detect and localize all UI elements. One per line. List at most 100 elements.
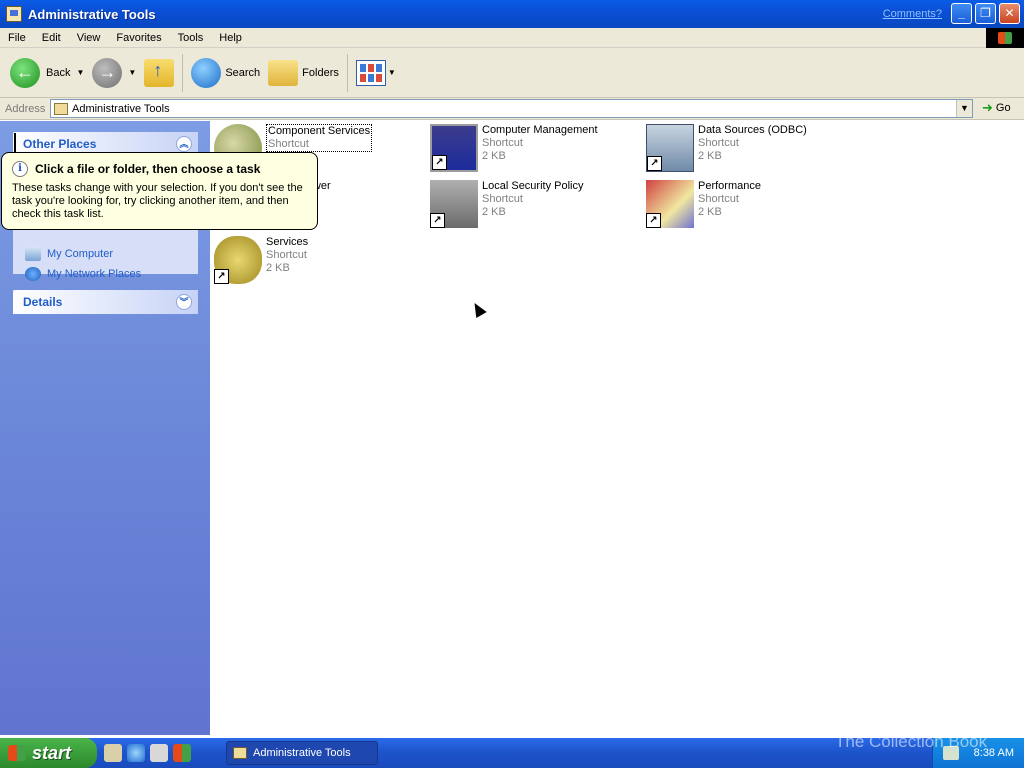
task-label: Administrative Tools	[253, 747, 351, 759]
file-item-services[interactable]: ↗ Services Shortcut 2 KB	[214, 236, 424, 284]
performance-icon: ↗	[646, 180, 694, 228]
address-input[interactable]: Administrative Tools ▼	[50, 99, 973, 118]
place-my-network-places[interactable]: My Network Places	[25, 264, 188, 284]
minimize-button[interactable]: _	[951, 3, 972, 24]
folder-up-icon	[144, 58, 175, 87]
collapse-icon[interactable]: ︽	[176, 136, 192, 152]
file-item-computer-management[interactable]: ↗ Computer Management Shortcut 2 KB	[430, 124, 640, 172]
place-label: My Network Places	[47, 268, 142, 280]
title-bar[interactable]: Administrative Tools Comments? _ ❐ ✕	[0, 0, 1024, 28]
expand-icon[interactable]: ︾	[176, 294, 192, 310]
computer-icon	[25, 247, 41, 261]
tooltip-title: Click a file or folder, then choose a ta…	[35, 162, 261, 176]
file-name: Services	[266, 236, 309, 248]
file-item-data-sources-odbc[interactable]: ↗ Data Sources (ODBC) Shortcut 2 KB	[646, 124, 856, 172]
media-player-icon[interactable]	[173, 744, 191, 762]
tooltip-balloon[interactable]: i Click a file or folder, then choose a …	[1, 152, 318, 230]
folder-icon	[54, 102, 68, 115]
views-button[interactable]: ▼	[352, 53, 400, 93]
computer-management-icon: ↗	[430, 124, 478, 172]
details-header[interactable]: Details ︾	[13, 290, 198, 314]
go-label: Go	[995, 102, 1011, 114]
windows-logo-icon	[986, 28, 1024, 48]
back-button[interactable]: ← Back ▼	[0, 53, 88, 93]
forward-arrow-icon: →	[92, 57, 123, 88]
folders-label: Folders	[302, 66, 339, 79]
menu-bar: File Edit View Favorites Tools Help	[0, 28, 1024, 48]
file-type: Shortcut	[482, 137, 523, 149]
back-arrow-icon: ←	[10, 57, 40, 88]
shortcut-arrow-icon: ↗	[430, 213, 445, 228]
views-dropdown-icon[interactable]: ▼	[388, 68, 396, 77]
windows-flag-icon	[8, 745, 26, 761]
network-icon	[25, 267, 41, 281]
toolbar: ← Back ▼ → ▼ Search Folders ▼	[0, 48, 1024, 98]
close-button[interactable]: ✕	[999, 3, 1020, 24]
views-icon	[355, 59, 386, 86]
place-label: My Computer	[47, 248, 114, 260]
other-places-title: Other Places	[23, 137, 97, 151]
window-title: Administrative Tools	[28, 6, 156, 22]
details-panel: Details ︾	[13, 290, 198, 314]
file-size: 2 KB	[266, 262, 290, 274]
comments-link[interactable]: Comments?	[883, 8, 942, 20]
maximize-button[interactable]: ❐	[975, 3, 996, 24]
address-value: Administrative Tools	[72, 102, 170, 115]
file-size: 2 KB	[482, 206, 506, 218]
file-size: 2 KB	[698, 206, 722, 218]
file-size: 2 KB	[482, 150, 506, 162]
menu-tools[interactable]: Tools	[170, 32, 212, 44]
info-icon: i	[12, 161, 28, 177]
file-name: Performance	[698, 180, 761, 192]
folders-button[interactable]: Folders	[264, 53, 343, 93]
menu-favorites[interactable]: Favorites	[108, 32, 169, 44]
services-gears-icon: ↗	[214, 236, 262, 284]
menu-help[interactable]: Help	[211, 32, 250, 44]
forward-dropdown-icon[interactable]: ▼	[128, 68, 136, 77]
start-button[interactable]: start	[0, 738, 97, 768]
address-label: Address	[5, 102, 46, 115]
watermark-text: The Collection Book	[835, 732, 988, 751]
shortcut-arrow-icon: ↗	[646, 213, 661, 228]
back-label: Back	[46, 66, 71, 79]
mouse-cursor-icon	[466, 297, 490, 321]
search-icon	[191, 57, 222, 88]
file-name: Local Security Policy	[482, 180, 584, 192]
taskbar-button-administrative-tools[interactable]: Administrative Tools	[226, 741, 378, 765]
internet-explorer-icon[interactable]	[127, 744, 145, 762]
shortcut-arrow-icon: ↗	[214, 269, 229, 284]
data-sources-icon: ↗	[646, 124, 694, 172]
folder-app-icon[interactable]	[6, 6, 22, 22]
file-name: Data Sources (ODBC)	[698, 124, 807, 136]
local-security-policy-icon: ↗	[430, 180, 478, 228]
quick-launch	[104, 744, 191, 762]
folders-icon	[268, 59, 299, 86]
file-name: Component Services	[268, 125, 371, 137]
folder-icon	[233, 747, 247, 759]
place-my-computer[interactable]: My Computer	[25, 244, 188, 264]
menu-file[interactable]: File	[0, 32, 34, 44]
back-dropdown-icon[interactable]: ▼	[76, 68, 84, 77]
start-label: start	[32, 742, 72, 763]
up-folder-button[interactable]	[140, 53, 178, 93]
file-type: Shortcut	[698, 193, 739, 205]
menu-edit[interactable]: Edit	[34, 32, 69, 44]
search-button[interactable]: Search	[187, 53, 264, 93]
forward-button[interactable]: → ▼	[88, 53, 140, 93]
go-arrow-icon: ➜	[982, 100, 993, 115]
file-type: Shortcut	[266, 249, 307, 261]
file-item-performance[interactable]: ↗ Performance Shortcut 2 KB	[646, 180, 856, 228]
file-name: Computer Management	[482, 124, 598, 136]
go-button[interactable]: ➜ Go	[982, 100, 1011, 116]
file-type: Shortcut	[482, 193, 523, 205]
search-label: Search	[225, 66, 261, 79]
shortcut-arrow-icon: ↗	[647, 156, 662, 171]
menu-view[interactable]: View	[69, 32, 109, 44]
address-dropdown-icon[interactable]: ▼	[956, 100, 972, 117]
file-item-local-security-policy[interactable]: ↗ Local Security Policy Shortcut 2 KB	[430, 180, 640, 228]
details-title: Details	[23, 295, 63, 309]
show-desktop-icon[interactable]	[104, 744, 122, 762]
windows-explorer-icon[interactable]	[150, 744, 168, 762]
file-type: Shortcut	[698, 137, 739, 149]
tooltip-text: These tasks change with your selection. …	[12, 182, 303, 220]
